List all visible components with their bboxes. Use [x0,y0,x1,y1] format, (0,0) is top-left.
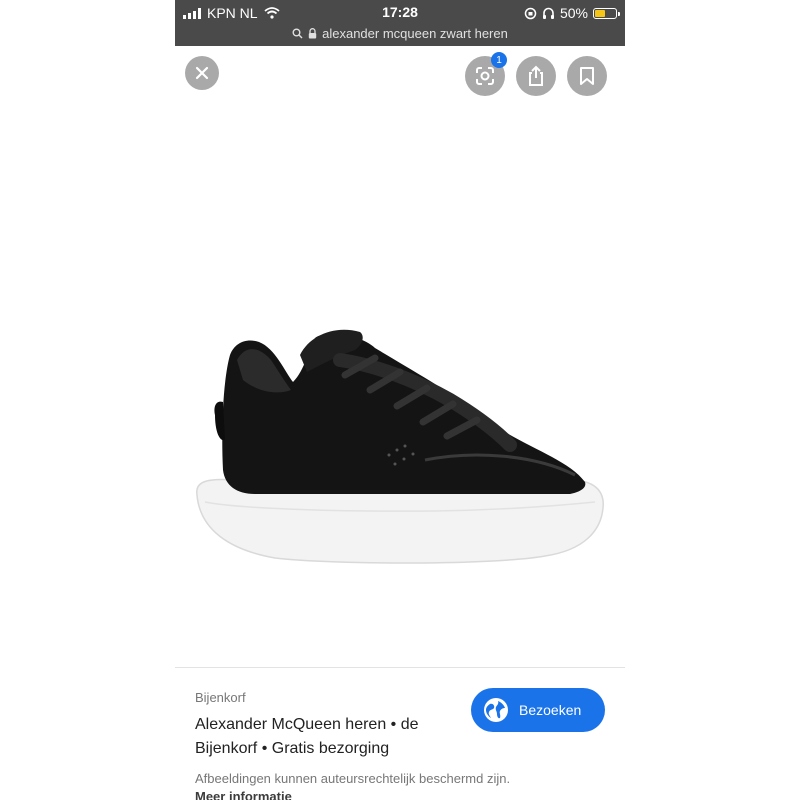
divider [175,667,625,668]
battery-icon [593,7,620,19]
close-icon [195,66,209,80]
status-bar: KPN NL 17:28 50% alexander mcqueen zwart… [175,0,625,46]
product-image[interactable] [175,110,625,660]
search-query: alexander mcqueen zwart heren [322,25,508,41]
headphones-icon [542,7,554,19]
orientation-lock-icon [524,7,537,19]
save-button[interactable] [567,56,607,96]
copyright-notice: Afbeeldingen kunnen auteursrechtelijk be… [195,771,511,786]
visit-button[interactable]: Bezoeken [471,688,605,732]
lock-icon [308,27,317,38]
lens-icon [476,67,494,85]
visit-label: Bezoeken [519,702,582,718]
close-button[interactable] [185,56,219,90]
result-title[interactable]: Alexander McQueen heren • de Bijenkorf •… [195,713,465,761]
battery-level [595,9,605,17]
status-right: 50% [524,4,620,22]
phone-screen: KPN NL 17:28 50% alexander mcqueen zwart… [175,0,625,800]
result-source[interactable]: Bijenkorf [195,690,246,705]
lens-badge: 1 [491,52,507,68]
share-button[interactable] [516,56,556,96]
search-icon [292,28,303,38]
battery-percent: 50% [559,5,588,21]
address-bar[interactable]: alexander mcqueen zwart heren [175,24,625,42]
share-icon [529,65,543,86]
lens-button[interactable]: 1 [465,52,507,96]
globe-icon [484,698,508,722]
bookmark-icon [580,67,594,85]
more-info-link[interactable]: Meer informatie [195,789,292,800]
